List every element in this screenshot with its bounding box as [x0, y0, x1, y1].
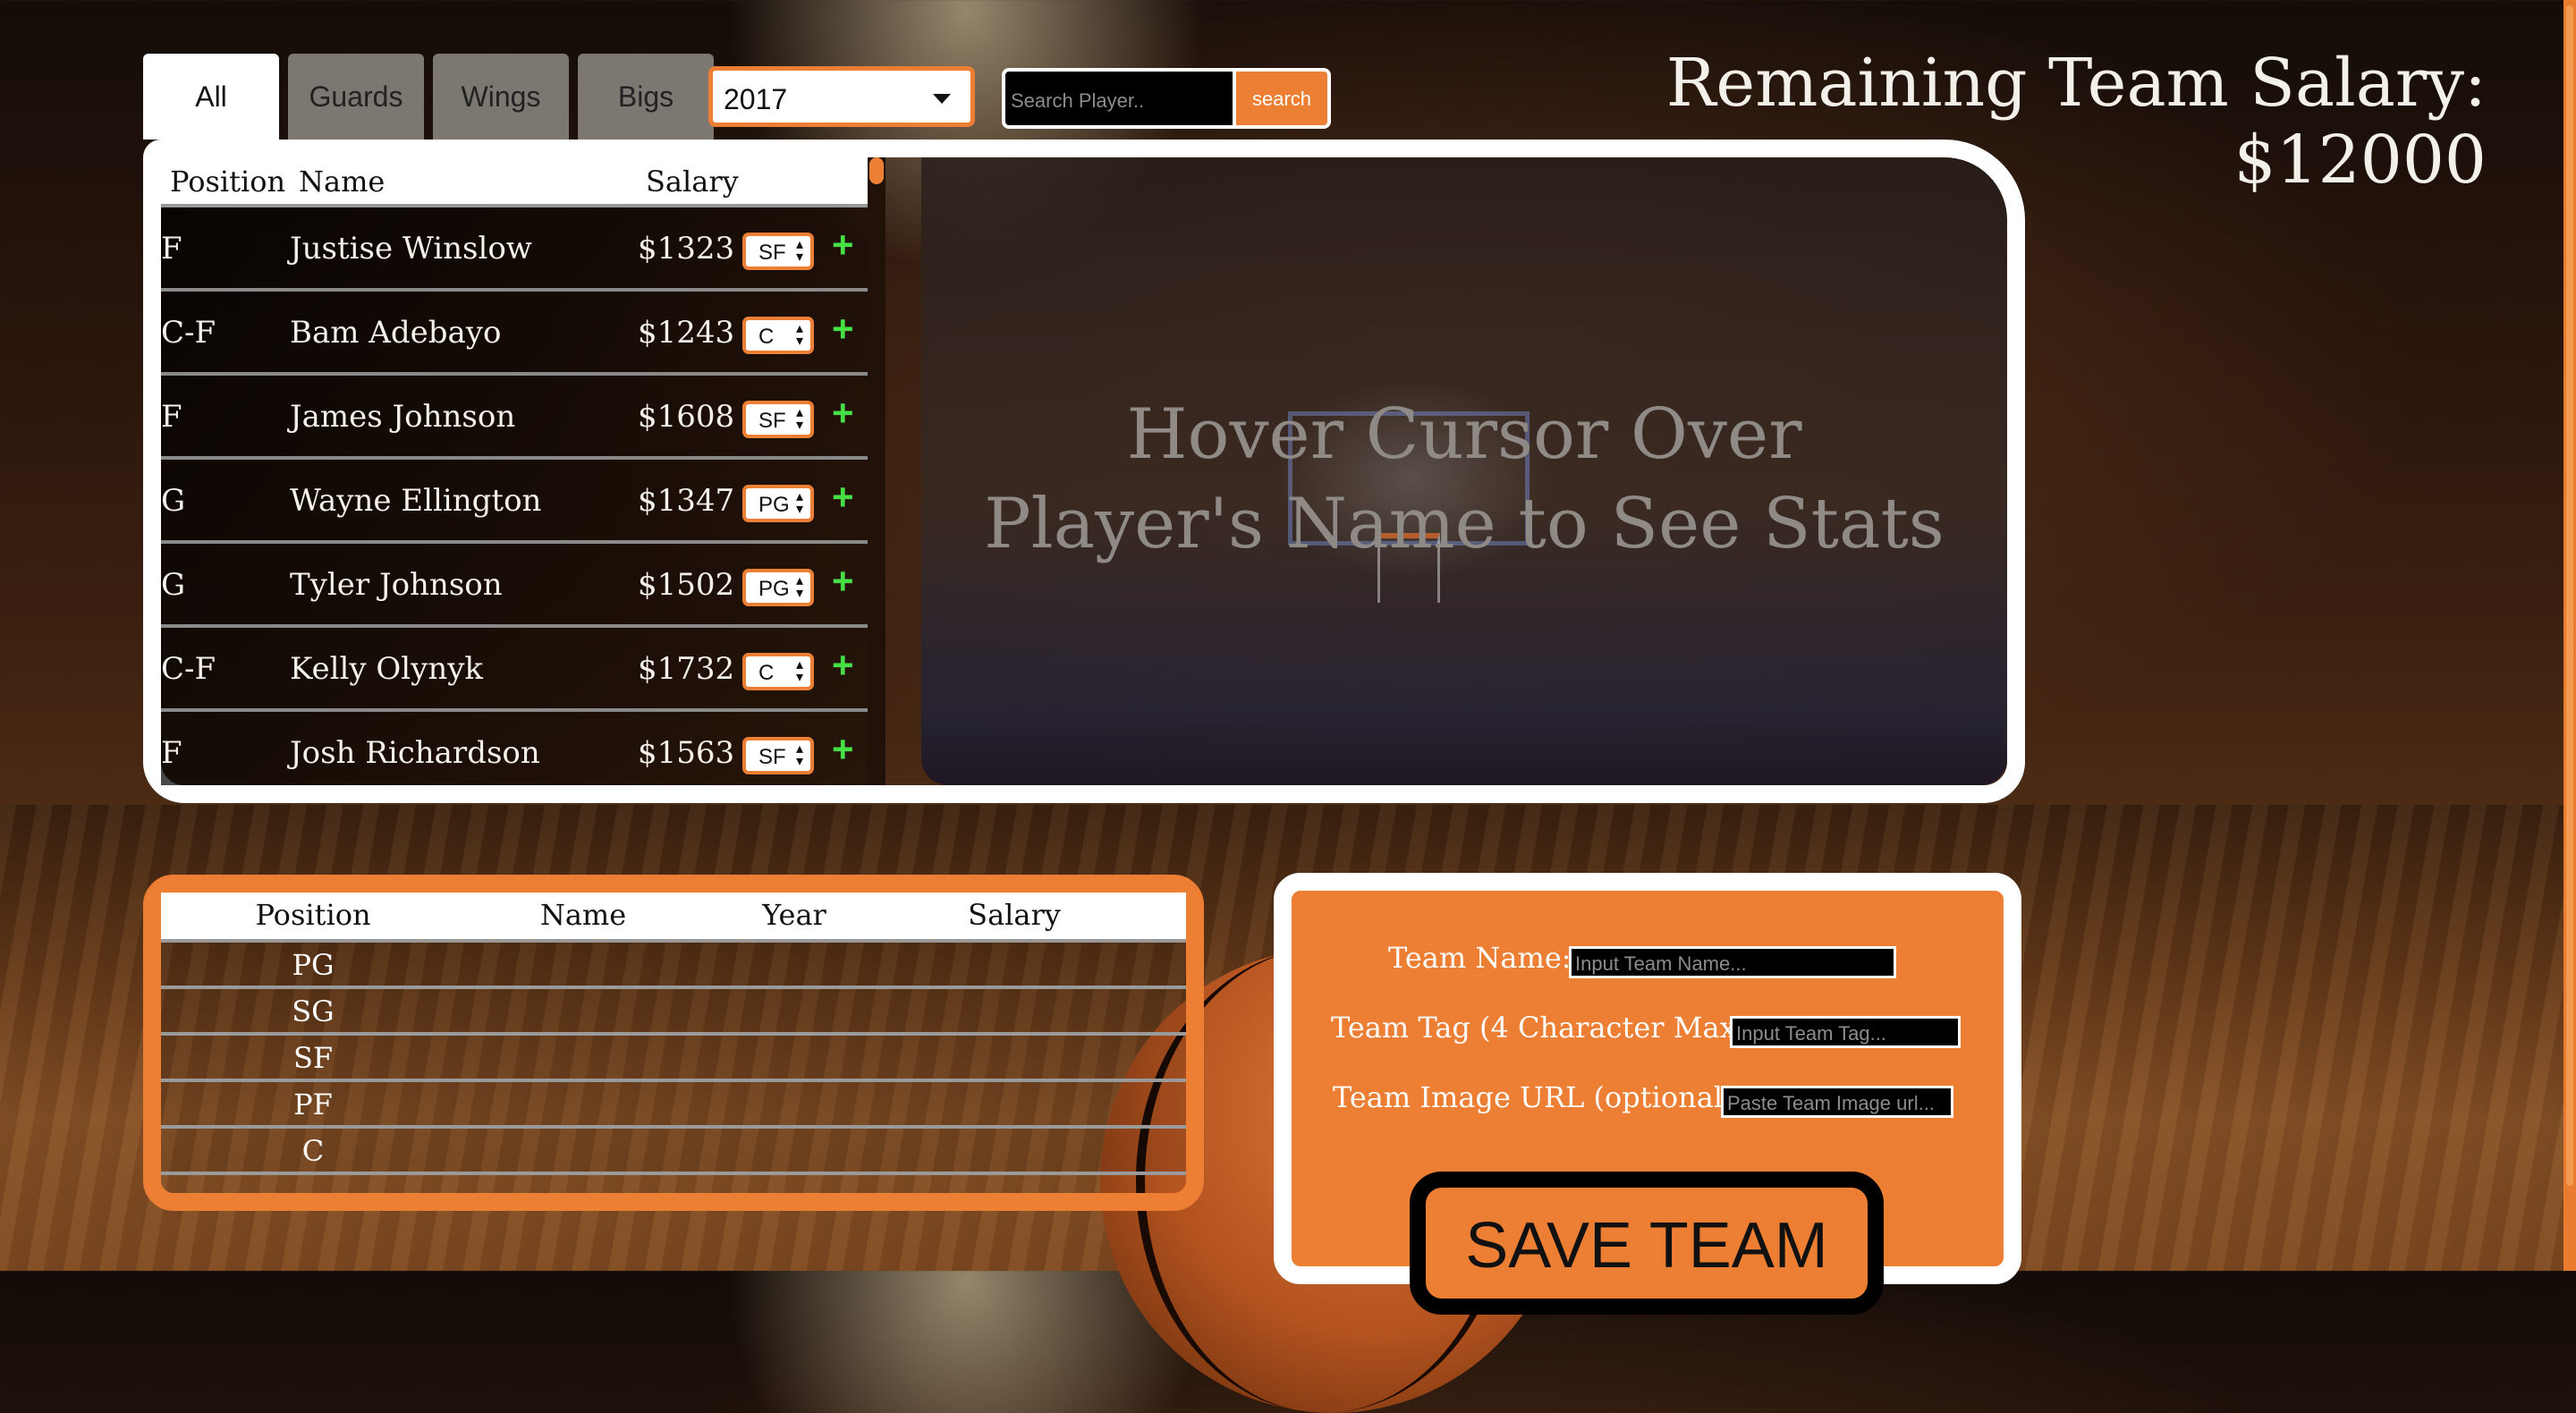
tab-all[interactable]: All	[143, 54, 279, 140]
roster-position: SG	[292, 994, 335, 1028]
position-tabs: All Guards Wings Bigs	[143, 54, 714, 140]
updown-arrows-icon: ▴ ▾	[795, 657, 803, 685]
search-input[interactable]: Search Player..	[1002, 68, 1236, 129]
roster-row: SG	[161, 989, 1186, 1036]
player-position: F	[161, 231, 182, 267]
add-player-icon[interactable]: +	[832, 392, 854, 435]
roster-position: C	[301, 1134, 325, 1168]
team-image-label: Team Image URL (optional):	[1333, 1080, 1744, 1114]
slot-select[interactable]: C ▴ ▾	[742, 653, 814, 690]
roster-row: PG	[161, 943, 1186, 989]
roster-table: Position Name Year Salary PG SG SF PF C	[161, 893, 1186, 1175]
player-row[interactable]: F Justise Winslow $1323 SF ▴ ▾ +	[161, 207, 868, 292]
slot-select-value: SF	[758, 241, 786, 265]
slot-select[interactable]: C ▴ ▾	[742, 317, 814, 354]
add-player-icon[interactable]: +	[832, 308, 854, 351]
roster-header-year: Year	[762, 898, 826, 932]
player-name[interactable]: Kelly Olynyk	[290, 651, 483, 687]
slot-select-value: SF	[758, 745, 786, 769]
year-select[interactable]: 2017	[708, 66, 975, 127]
roster-position: SF	[292, 1041, 334, 1075]
player-row[interactable]: F James Johnson $1608 SF ▴ ▾ +	[161, 376, 868, 460]
player-position: F	[161, 399, 182, 435]
save-team-button[interactable]: SAVE TEAM	[1410, 1172, 1884, 1315]
player-row[interactable]: F Josh Richardson $1563 SF ▴ ▾ +	[161, 712, 868, 785]
tab-wings[interactable]: Wings	[433, 54, 569, 140]
add-player-icon[interactable]: +	[832, 560, 854, 603]
player-list-header: Position Name Salary	[161, 157, 868, 207]
slot-select-value: PG	[758, 577, 790, 601]
page-scrollbar[interactable]	[2563, 0, 2576, 1271]
player-name[interactable]: James Johnson	[290, 399, 515, 435]
player-salary: $1243	[638, 315, 735, 351]
roster-row: PF	[161, 1082, 1186, 1129]
slot-select[interactable]: PG ▴ ▾	[742, 485, 814, 522]
team-name-input[interactable]: Input Team Name...	[1569, 946, 1896, 978]
player-row[interactable]: C-F Bam Adebayo $1243 C ▴ ▾ +	[161, 292, 868, 376]
player-row[interactable]: G Tyler Johnson $1502 PG ▴ ▾ +	[161, 544, 868, 628]
player-salary: $1732	[638, 651, 735, 687]
player-name[interactable]: Josh Richardson	[290, 735, 540, 771]
player-name[interactable]: Bam Adebayo	[290, 315, 501, 351]
team-image-input[interactable]: Paste Team Image url...	[1721, 1086, 1953, 1118]
updown-arrows-icon: ▴ ▾	[795, 741, 803, 769]
chevron-down-icon	[933, 94, 951, 104]
slot-select-value: PG	[758, 493, 790, 517]
player-position: C-F	[161, 315, 216, 351]
roster-row: C	[161, 1129, 1186, 1175]
slot-select-value: C	[758, 325, 775, 349]
player-position: G	[161, 483, 186, 519]
add-player-icon[interactable]: +	[832, 644, 854, 687]
roster-position: PF	[293, 1087, 333, 1121]
year-select-value: 2017	[724, 83, 788, 115]
updown-arrows-icon: ▴ ▾	[795, 405, 803, 433]
slot-select[interactable]: SF ▴ ▾	[742, 233, 814, 270]
player-name[interactable]: Wayne Ellington	[290, 483, 541, 519]
player-name[interactable]: Tyler Johnson	[290, 567, 503, 603]
roster-position: PG	[292, 948, 335, 982]
team-name-label: Team Name:	[1388, 941, 1572, 975]
add-player-icon[interactable]: +	[832, 476, 854, 519]
slot-select[interactable]: SF ▴ ▾	[742, 737, 814, 774]
player-salary: $1323	[638, 231, 735, 267]
header-position: Position	[170, 165, 286, 199]
slot-select[interactable]: SF ▴ ▾	[742, 401, 814, 438]
updown-arrows-icon: ▴ ▾	[795, 237, 803, 265]
slot-select-value: C	[758, 661, 775, 685]
player-list-scrollbar[interactable]	[868, 157, 886, 785]
search-button[interactable]: search	[1236, 68, 1331, 129]
player-salary: $1563	[638, 735, 735, 771]
player-position: C-F	[161, 651, 216, 687]
player-row[interactable]: G Wayne Ellington $1347 PG ▴ ▾ +	[161, 460, 868, 544]
player-salary: $1347	[638, 483, 735, 519]
player-name[interactable]: Justise Winslow	[290, 231, 532, 267]
team-tag-input[interactable]: Input Team Tag...	[1730, 1016, 1961, 1048]
tab-guards[interactable]: Guards	[288, 54, 424, 140]
player-position: G	[161, 567, 186, 603]
slot-select-value: SF	[758, 409, 786, 433]
updown-arrows-icon: ▴ ▾	[795, 489, 803, 517]
roster-header: Position Name Year Salary	[161, 893, 1186, 943]
player-salary: $1502	[638, 567, 735, 603]
tab-bigs[interactable]: Bigs	[578, 54, 714, 140]
add-player-icon[interactable]: +	[832, 224, 854, 267]
add-player-icon[interactable]: +	[832, 728, 854, 771]
team-tag-label: Team Tag (4 Character Max):	[1331, 1011, 1757, 1045]
header-salary: Salary	[646, 165, 739, 199]
roster-header-salary: Salary	[968, 898, 1061, 932]
updown-arrows-icon: ▴ ▾	[795, 573, 803, 601]
roster-header-name: Name	[539, 898, 627, 932]
slot-select[interactable]: PG ▴ ▾	[742, 569, 814, 606]
player-row[interactable]: C-F Kelly Olynyk $1732 C ▴ ▾ +	[161, 628, 868, 712]
roster-row: SF	[161, 1036, 1186, 1082]
header-name: Name	[299, 165, 386, 199]
player-salary: $1608	[638, 399, 735, 435]
updown-arrows-icon: ▴ ▾	[795, 321, 803, 349]
player-position: F	[161, 735, 182, 771]
player-list: Position Name Salary F Justise Winslow $…	[161, 157, 868, 785]
roster-header-position: Position	[255, 898, 371, 932]
